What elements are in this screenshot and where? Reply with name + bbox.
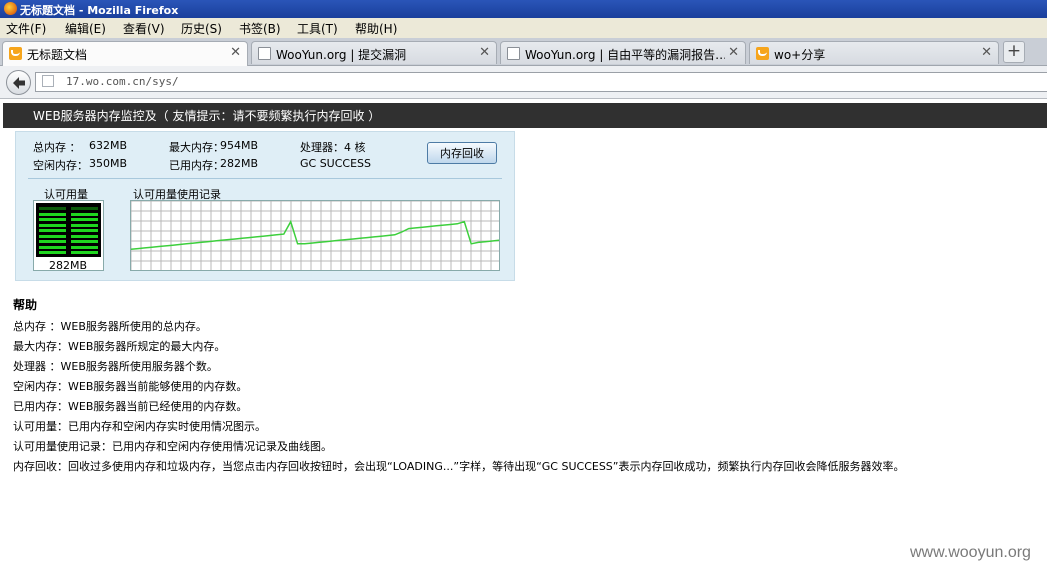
page-header: WEB服务器内存监控及（ 友情提示：请不要频繁执行内存回收 ） bbox=[3, 103, 1047, 128]
menu-file[interactable]: 文件(F) bbox=[6, 20, 46, 37]
tab-label: 无标题文档 bbox=[27, 48, 88, 62]
history-chart-svg bbox=[130, 200, 500, 270]
tab-untitled-document[interactable]: 无标题文档 ✕ bbox=[2, 41, 248, 66]
new-tab-button[interactable]: + bbox=[1003, 41, 1025, 63]
tab-label: wo+分享 bbox=[774, 48, 826, 62]
total-memory-label: 总内存 ： bbox=[33, 141, 81, 154]
gauge-segment bbox=[71, 207, 98, 210]
max-memory-label: 最大内存： bbox=[169, 141, 224, 154]
panel-divider bbox=[28, 178, 502, 179]
gauge-segment bbox=[71, 251, 98, 254]
back-arrow-icon bbox=[13, 77, 25, 89]
gauge-segment bbox=[39, 251, 66, 254]
gauge-segment bbox=[39, 207, 66, 210]
gauge-segment bbox=[71, 240, 98, 243]
help-line-history: 认可用量使用记录：已用内存和空闲内存使用情况记录及曲线图。 bbox=[13, 440, 332, 453]
tab-strip: 无标题文档 ✕ WooYun.org | 提交漏洞 ✕ WooYun.org |… bbox=[0, 38, 1047, 66]
close-tab-icon[interactable]: ✕ bbox=[981, 45, 992, 60]
address-bar[interactable] bbox=[35, 72, 1047, 92]
help-line-total: 总内存 ：WEB服务器所使用的总内存。 bbox=[13, 320, 207, 333]
used-memory-label: 已用内存： bbox=[169, 159, 224, 172]
page-icon bbox=[258, 47, 271, 60]
menu-tools[interactable]: 工具(T) bbox=[297, 20, 338, 37]
max-memory-value: 954MB bbox=[220, 139, 259, 152]
help-line-cpu: 处理器 ：WEB服务器所使用服务器个数。 bbox=[13, 360, 218, 373]
help-line-max: 最大内存：WEB服务器所规定的最大内存。 bbox=[13, 340, 226, 353]
gauge-segment bbox=[71, 234, 98, 238]
close-tab-icon[interactable]: ✕ bbox=[230, 45, 241, 60]
history-series-line bbox=[130, 219, 500, 251]
tab-label: WooYun.org | 自由平等的漏洞报告… bbox=[525, 48, 725, 62]
free-memory-label: 空闲内存： bbox=[33, 159, 88, 172]
page-header-text: WEB服务器内存监控及（ 友情提示：请不要频繁执行内存回收 ） bbox=[33, 109, 381, 123]
memory-history-chart bbox=[130, 200, 500, 271]
window-title-bar: 无标题文档 - Mozilla Firefox bbox=[0, 0, 1047, 18]
gauge-segment bbox=[39, 229, 66, 232]
back-button[interactable] bbox=[6, 70, 31, 95]
window-title: 无标题文档 - Mozilla Firefox bbox=[20, 4, 179, 17]
gauge-segment bbox=[71, 218, 98, 221]
tab-label: WooYun.org | 提交漏洞 bbox=[276, 48, 407, 62]
gauge-segment bbox=[39, 218, 66, 221]
gauge-bars bbox=[36, 203, 101, 257]
tab-wooyun-home[interactable]: WooYun.org | 自由平等的漏洞报告… ✕ bbox=[500, 41, 746, 64]
tab-wo-share[interactable]: wo+分享 ✕ bbox=[749, 41, 999, 64]
gauge-segment bbox=[39, 245, 66, 249]
total-memory-value: 632MB bbox=[89, 139, 128, 152]
gauge-segment bbox=[71, 229, 98, 232]
close-tab-icon[interactable]: ✕ bbox=[479, 45, 490, 60]
woo-favicon-icon bbox=[9, 47, 22, 60]
cpu-count: 处理器：4 核 bbox=[300, 141, 366, 154]
url-text[interactable]: 17.wo.com.cn/sys/ bbox=[66, 75, 179, 88]
menu-history[interactable]: 历史(S) bbox=[181, 20, 222, 37]
help-title: 帮助 bbox=[13, 298, 38, 312]
gauge-segment bbox=[71, 245, 98, 249]
menu-bar: 文件(F) 编辑(E) 查看(V) 历史(S) 书签(B) 工具(T) 帮助(H… bbox=[0, 18, 1047, 39]
woo-favicon-icon bbox=[756, 47, 769, 60]
help-line-gc: 内存回收：回收过多使用内存和垃圾内存，当您点击内存回收按钮时，会出现“LOADI… bbox=[13, 460, 905, 473]
help-line-used: 已用内存：WEB服务器当前已经使用的内存数。 bbox=[13, 400, 248, 413]
watermark: www.wooyun.org bbox=[910, 544, 1031, 561]
free-memory-value: 350MB bbox=[89, 157, 128, 170]
menu-bookmarks[interactable]: 书签(B) bbox=[239, 20, 281, 37]
close-tab-icon[interactable]: ✕ bbox=[728, 45, 739, 60]
gc-status: GC SUCCESS bbox=[300, 157, 372, 170]
gauge-segment bbox=[39, 212, 66, 216]
gauge-value: 282MB bbox=[49, 259, 88, 272]
gauge-segment bbox=[71, 223, 98, 227]
menu-edit[interactable]: 编辑(E) bbox=[65, 20, 106, 37]
gauge-segment bbox=[39, 240, 66, 243]
site-identity-icon[interactable] bbox=[42, 75, 54, 87]
gauge-segment bbox=[71, 212, 98, 216]
gauge-segment bbox=[39, 223, 66, 227]
help-line-gauge: 认可用量：已用内存和空闲内存实时使用情况图示。 bbox=[13, 420, 266, 433]
memory-gc-button[interactable]: 内存回收 bbox=[427, 142, 497, 164]
tab-wooyun-submit[interactable]: WooYun.org | 提交漏洞 ✕ bbox=[251, 41, 497, 64]
menu-view[interactable]: 查看(V) bbox=[123, 20, 165, 37]
gauge-segment bbox=[39, 234, 66, 238]
menu-help[interactable]: 帮助(H) bbox=[355, 20, 397, 37]
page-icon bbox=[507, 47, 520, 60]
help-line-free: 空闲内存：WEB服务器当前能够使用的内存数。 bbox=[13, 380, 248, 393]
used-memory-value: 282MB bbox=[220, 157, 259, 170]
firefox-logo-icon bbox=[4, 2, 17, 15]
